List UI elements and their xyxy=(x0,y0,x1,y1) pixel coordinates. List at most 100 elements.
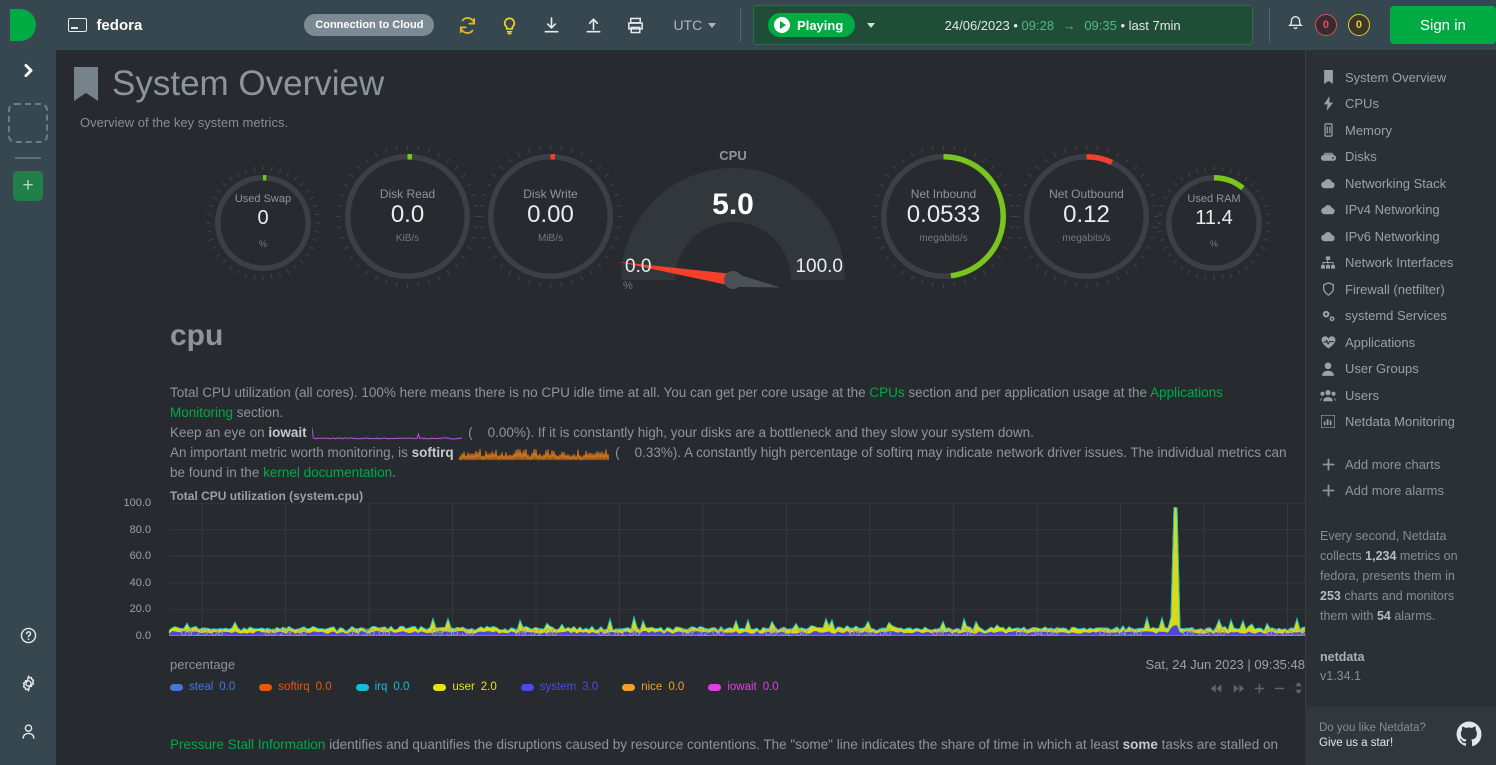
nav-item-networking-stack[interactable]: Networking Stack xyxy=(1320,170,1496,197)
legend-swatch xyxy=(433,684,446,691)
x-axis-tick-label: 09:33:00 xyxy=(849,627,892,639)
add-more-charts-button[interactable]: Add more charts xyxy=(1320,451,1496,478)
dashed-placeholder-box[interactable] xyxy=(8,103,48,143)
gauge-unit: megabits/s xyxy=(1024,233,1149,244)
nav-item-netdata-monitoring[interactable]: Netdata Monitoring xyxy=(1320,409,1496,436)
page-title: System Overview xyxy=(112,64,384,104)
upload-icon[interactable] xyxy=(584,16,603,35)
gauge-value: 0.12 xyxy=(1024,201,1149,229)
nav-item-firewall-netfilter[interactable]: Firewall (netfilter) xyxy=(1320,276,1496,303)
nav-item-user-groups[interactable]: User Groups xyxy=(1320,356,1496,383)
y-axis-tick-label: 100.0 xyxy=(123,497,151,509)
gauge-label: Net Outbound xyxy=(1024,187,1149,201)
y-axis-tick-label: 40.0 xyxy=(130,577,151,589)
x-axis-tick-label: 09:34:00 xyxy=(1016,627,1059,639)
gauge-value: 0.00 xyxy=(488,201,613,229)
zoom-in-icon[interactable] xyxy=(1254,683,1265,697)
chart-timestamp: Sat, 24 Jun 2023 | 09:35:48 xyxy=(1145,657,1305,672)
sign-in-button[interactable]: Sign in xyxy=(1390,6,1496,44)
gauge-disk-read[interactable]: Disk Read 0.0 KiB/s xyxy=(345,154,470,279)
nav-item-ipv6-networking[interactable]: IPv6 Networking xyxy=(1320,223,1496,250)
link-pressure-stall-information[interactable]: Pressure Stall Information xyxy=(170,737,325,752)
nav-item-disks[interactable]: Disks xyxy=(1320,144,1496,171)
range-span: last 7min xyxy=(1129,18,1181,33)
legend-swatch xyxy=(622,684,635,691)
nav-item-list: System Overview CPUs Memory Disks Networ… xyxy=(1320,64,1496,435)
x-axis-tick-label: 09:34:30 xyxy=(1099,627,1142,639)
timezone-selector[interactable]: UTC xyxy=(673,17,716,33)
print-icon[interactable] xyxy=(626,16,645,35)
add-more-charts-label: Add more charts xyxy=(1345,457,1440,472)
gauge-unit: % xyxy=(215,239,311,249)
psi-some: some xyxy=(1123,737,1158,752)
help-icon[interactable] xyxy=(0,611,56,659)
gauge-used-swap[interactable]: Used Swap 0 % xyxy=(215,175,311,271)
resize-icon[interactable] xyxy=(1294,682,1303,697)
gauge-disk-write[interactable]: Disk Write 0.00 MiB/s xyxy=(488,154,613,279)
download-icon[interactable] xyxy=(542,16,561,35)
play-pause-button[interactable]: Playing xyxy=(768,13,855,37)
gauge-used-ram[interactable]: Used RAM 11.4 % xyxy=(1166,175,1262,271)
cpu-chart[interactable]: Total CPU utilization (system.cpu) 100.0… xyxy=(56,489,1305,719)
fast-forward-icon[interactable] xyxy=(1232,683,1245,697)
legend-label: system xyxy=(540,681,576,693)
play-label: Playing xyxy=(797,18,843,33)
cogs-icon xyxy=(1320,309,1336,323)
legend-item[interactable]: steal 0.0 xyxy=(170,681,235,693)
nav-item-label: Firewall (netfilter) xyxy=(1345,282,1445,297)
alarm-area: 0 0 xyxy=(1287,14,1370,37)
nav-item-system-overview[interactable]: System Overview xyxy=(1320,64,1496,91)
legend-item[interactable]: system 3.0 xyxy=(521,681,598,693)
y-axis-tick-label: 80.0 xyxy=(130,524,151,536)
github-star-popup[interactable]: Do you like Netdata? Give us a star! xyxy=(1305,707,1496,765)
add-button[interactable]: + xyxy=(13,171,43,201)
critical-alarm-badge[interactable]: 0 xyxy=(1315,14,1337,36)
nav-item-users[interactable]: Users xyxy=(1320,382,1496,409)
cloud-connection-pill[interactable]: Connection to Cloud xyxy=(304,14,434,36)
link-cpus[interactable]: CPUs xyxy=(869,385,904,400)
nav-item-label: User Groups xyxy=(1345,361,1419,376)
idea-icon[interactable] xyxy=(500,16,519,35)
gauge-net-inbound[interactable]: Net Inbound 0.0533 megabits/s xyxy=(881,154,1006,279)
chart-legend[interactable]: steal 0.0 softirq 0.0 irq 0.0 user 2.0 s… xyxy=(170,681,779,693)
nav-item-applications[interactable]: Applications xyxy=(1320,329,1496,356)
netdata-logo[interactable] xyxy=(0,0,46,50)
picker-chevron-down-icon[interactable] xyxy=(867,23,875,28)
bell-icon[interactable] xyxy=(1287,14,1304,37)
sync-icon[interactable] xyxy=(458,16,477,35)
nav-item-systemd-services[interactable]: systemd Services xyxy=(1320,303,1496,330)
rewind-icon[interactable] xyxy=(1210,683,1223,697)
metric-iowait-label: iowait xyxy=(268,425,306,440)
warning-alarm-badge[interactable]: 0 xyxy=(1348,14,1370,36)
date-time-picker[interactable]: Playing 24/06/2023 • 09:28 → 09:35 • las… xyxy=(753,5,1253,45)
nav-item-memory[interactable]: Memory xyxy=(1320,117,1496,144)
nav-item-label: IPv4 Networking xyxy=(1345,202,1440,217)
gear-icon[interactable] xyxy=(0,659,56,707)
chart-controls[interactable] xyxy=(1210,682,1303,697)
bolt-icon xyxy=(1320,96,1336,111)
range-from: 09:28 xyxy=(1022,18,1055,33)
gauge-net-outbound[interactable]: Net Outbound 0.12 megabits/s xyxy=(1024,154,1149,279)
legend-item[interactable]: iowait 0.0 xyxy=(708,681,778,693)
nav-item-network-interfaces[interactable]: Network Interfaces xyxy=(1320,250,1496,277)
link-kernel-documentation[interactable]: kernel documentation xyxy=(263,465,392,480)
cpu-gauge[interactable]: CPU 5.0 0.0 100.0 % xyxy=(605,148,861,298)
nav-item-cpus[interactable]: CPUs xyxy=(1320,91,1496,118)
legend-item[interactable]: nice 0.0 xyxy=(622,681,684,693)
expand-sidebar-button[interactable] xyxy=(0,50,56,90)
info-metrics-count: 1,234 xyxy=(1365,549,1396,563)
legend-item[interactable]: softirq 0.0 xyxy=(259,681,331,693)
host-selector[interactable]: fedora xyxy=(68,17,142,34)
gauge-label: Disk Read xyxy=(345,187,470,201)
legend-item[interactable]: irq 0.0 xyxy=(356,681,410,693)
nav-item-ipv4-networking[interactable]: IPv4 Networking xyxy=(1320,197,1496,224)
legend-value: 0.0 xyxy=(316,681,332,693)
product-version: v1.34.1 xyxy=(1320,667,1496,686)
github-icon[interactable] xyxy=(1456,721,1482,752)
chart-plot-area[interactable] xyxy=(169,503,1305,636)
legend-item[interactable]: user 2.0 xyxy=(433,681,496,693)
zoom-out-icon[interactable] xyxy=(1274,683,1285,697)
paren-open: ( xyxy=(468,425,473,440)
user-icon[interactable] xyxy=(0,707,56,755)
add-more-alarms-button[interactable]: Add more alarms xyxy=(1320,478,1496,505)
